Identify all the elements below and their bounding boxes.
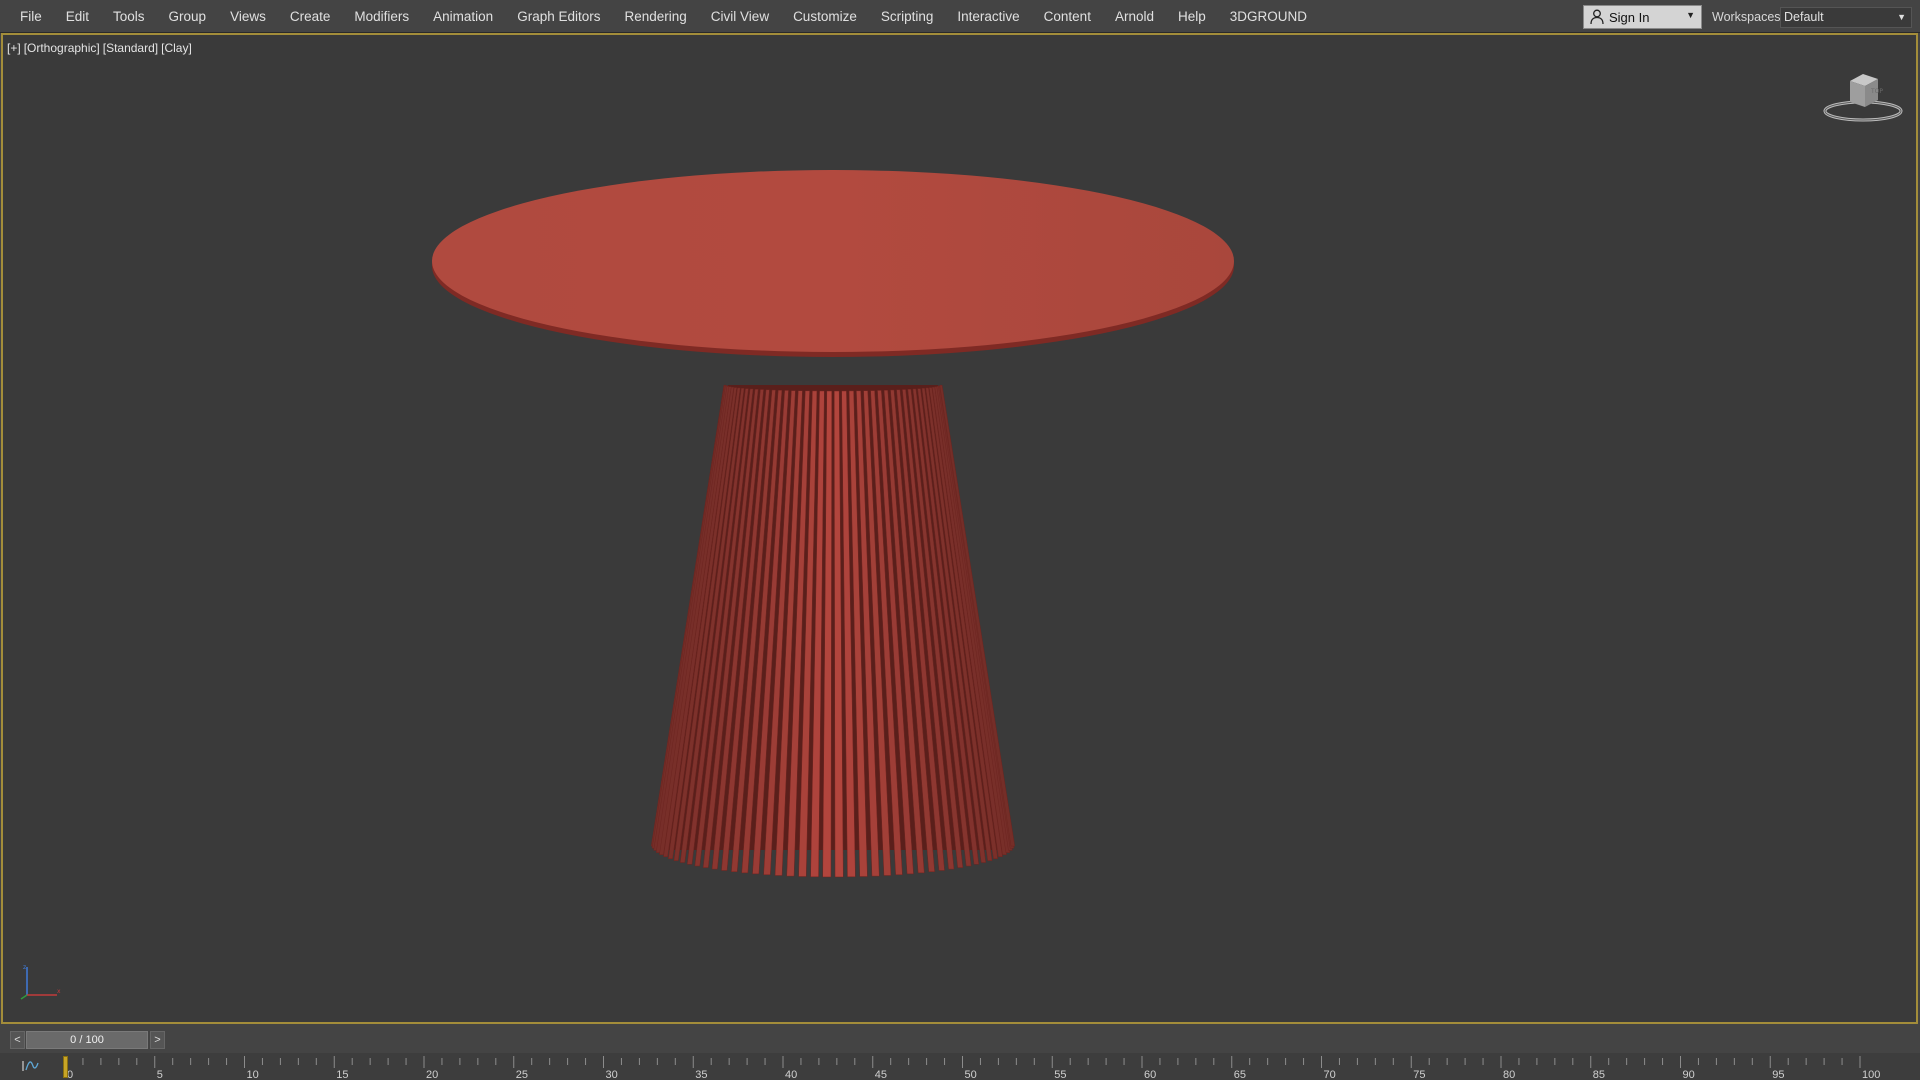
frame-label: 65 (1234, 1069, 1246, 1080)
viewcube-icon[interactable]: TOP (1818, 67, 1908, 127)
menu-items: File Edit Tools Group Views Create Modifiers An… (0, 0, 1319, 33)
sign-in-button[interactable]: Sign In ▼ (1583, 5, 1702, 29)
menu-3dground[interactable]: 3DGROUND (1218, 0, 1319, 33)
menu-civil-view[interactable]: Civil View (699, 0, 781, 33)
menu-animation[interactable]: Animation (421, 0, 505, 33)
menu-rendering[interactable]: Rendering (613, 0, 699, 33)
frame-label: 70 (1324, 1069, 1336, 1080)
perspective-viewport[interactable]: [+] [Orthographic] [Standard] [Clay] TOP z … (1, 33, 1918, 1024)
menu-modifiers[interactable]: Modifiers (342, 0, 421, 33)
menu-help[interactable]: Help (1166, 0, 1218, 33)
frame-label: 50 (965, 1069, 977, 1080)
table-base-interior (658, 385, 1008, 850)
next-frame-button[interactable]: > (150, 1031, 165, 1049)
frame-label: 30 (606, 1069, 618, 1080)
workspaces-label: Workspaces: (1712, 10, 1785, 24)
frame-label: 10 (247, 1069, 259, 1080)
menu-customize[interactable]: Customize (781, 0, 869, 33)
menu-create[interactable]: Create (278, 0, 343, 33)
tabletop (432, 170, 1234, 352)
previous-frame-button[interactable]: < (10, 1031, 25, 1049)
svg-text:TOP: TOP (1870, 88, 1883, 95)
time-playhead[interactable] (63, 1056, 68, 1078)
menu-tools[interactable]: Tools (101, 0, 157, 33)
time-slider[interactable]: 0 / 100 (26, 1031, 148, 1049)
time-slider-bar: < 0 / 100 > 0 5 10 15 20 25 30 35 40 45 50 55 60 65 70… (0, 1024, 1920, 1080)
viewport-scene[interactable] (3, 35, 1916, 1022)
table-model[interactable] (432, 170, 1234, 878)
frame-label: 75 (1413, 1069, 1425, 1080)
frame-label: 55 (1054, 1069, 1066, 1080)
workspaces-dropdown[interactable]: Default ▼ (1780, 7, 1912, 28)
viewport-shading-clay-menu[interactable]: [Clay] (161, 41, 192, 55)
menu-file[interactable]: File (8, 0, 54, 33)
frame-label: 60 (1144, 1069, 1156, 1080)
frame-label: 80 (1503, 1069, 1515, 1080)
menu-interactive[interactable]: Interactive (945, 0, 1031, 33)
menu-bar: File Edit Tools Group Views Create Modifiers An… (0, 0, 1920, 33)
frame-label: 100 (1862, 1069, 1880, 1080)
svg-text:x: x (57, 988, 61, 995)
menu-graph-editors[interactable]: Graph Editors (505, 0, 612, 33)
workspaces-value: Default (1784, 10, 1824, 24)
sign-in-label: Sign In (1609, 9, 1650, 25)
frame-label: 5 (157, 1069, 163, 1080)
chevron-down-icon: ▼ (1897, 12, 1906, 22)
axis-tripod-icon: z x (20, 964, 61, 1000)
frame-ruler[interactable]: 0 5 10 15 20 25 30 35 40 45 50 55 60 65 70 75 80 85 90 95 10… (0, 1054, 1920, 1080)
viewport-shading-standard-menu[interactable]: [Standard] (103, 41, 158, 55)
menu-views[interactable]: Views (218, 0, 278, 33)
frame-label: 45 (875, 1069, 887, 1080)
menu-scripting[interactable]: Scripting (869, 0, 946, 33)
viewport-pov-menu[interactable]: [Orthographic] (24, 41, 100, 55)
frame-label: 25 (516, 1069, 528, 1080)
frame-label: 20 (426, 1069, 438, 1080)
frame-label: 35 (695, 1069, 707, 1080)
viewport-plus-menu[interactable]: [+] (7, 41, 21, 55)
user-icon (1590, 9, 1604, 25)
frame-label: 40 (785, 1069, 797, 1080)
chevron-down-icon: ▼ (1686, 10, 1695, 20)
viewport-label-menu: [+] [Orthographic] [Standard] [Clay] (7, 41, 195, 55)
frame-label: 95 (1772, 1069, 1784, 1080)
menu-group[interactable]: Group (157, 0, 219, 33)
menu-content[interactable]: Content (1032, 0, 1103, 33)
menu-edit[interactable]: Edit (54, 0, 101, 33)
svg-text:z: z (23, 964, 26, 971)
frame-label: 85 (1593, 1069, 1605, 1080)
table-base-slats (650, 384, 1016, 878)
frame-label: 15 (336, 1069, 348, 1080)
frame-label: 90 (1683, 1069, 1695, 1080)
menu-arnold[interactable]: Arnold (1103, 0, 1166, 33)
